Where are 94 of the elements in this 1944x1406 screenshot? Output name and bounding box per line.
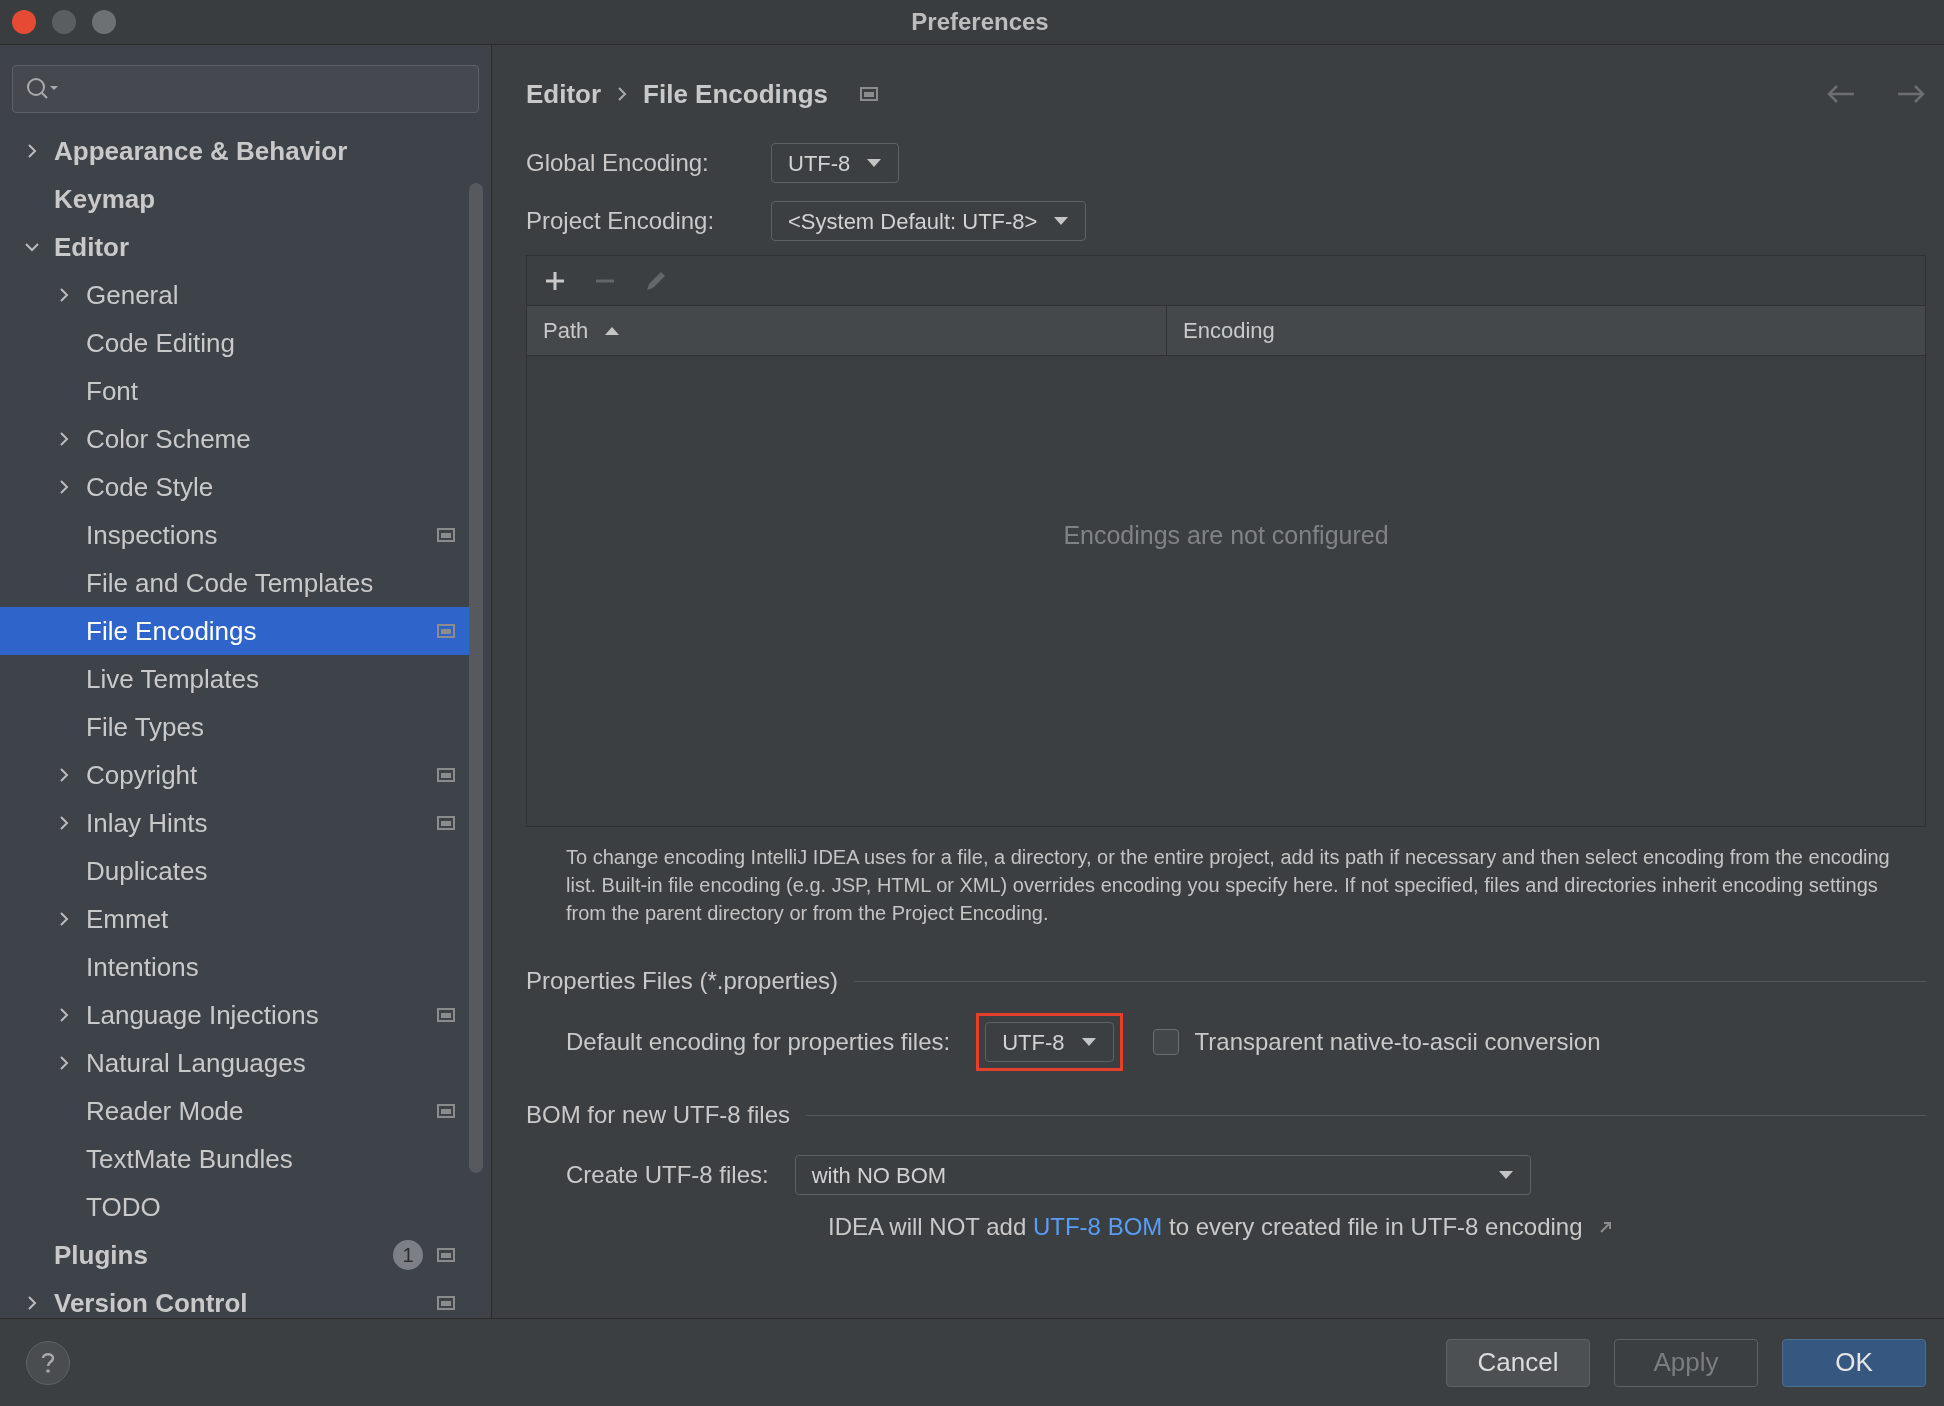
tree-item[interactable]: Color Scheme bbox=[0, 415, 473, 463]
tree-item-label: Emmet bbox=[86, 902, 169, 936]
project-encoding-dropdown[interactable]: <System Default: UTF-8> bbox=[771, 201, 1087, 241]
breadcrumb-item[interactable]: Editor bbox=[526, 74, 602, 114]
tree-item-label: General bbox=[86, 278, 179, 312]
tree-item-label: Inlay Hints bbox=[86, 806, 208, 840]
tree-item[interactable]: Duplicates bbox=[0, 847, 473, 895]
description-text: To change encoding IntelliJ IDEA uses for a file, a directory, or the entire project, add its path if necessary and then select encoding from the encoding list. Built-in file encoding (e.g. JSP, HTML or XML) overrides encoding you specify here. If not specified, files and directories inherit encoding settings from the parent directory or from the Project Encoding. bbox=[566, 845, 1891, 926]
bom-dropdown[interactable]: with NO BOM bbox=[794, 1155, 1531, 1195]
external-link-icon bbox=[1598, 1220, 1613, 1234]
global-encoding-dropdown[interactable]: UTF-8 bbox=[771, 143, 900, 183]
field-label: Project Encoding: bbox=[526, 206, 716, 236]
window-title: Preferences bbox=[911, 7, 1049, 37]
dropdown-caret-icon bbox=[866, 158, 883, 168]
tree-item-label: TODO bbox=[86, 1190, 161, 1224]
tree-item-label: Code Editing bbox=[86, 326, 235, 360]
count-badge: 1 bbox=[393, 1240, 423, 1270]
bom-note-text: IDEA will NOT add UTF-8 BOM to every created file in UTF-8 encoding bbox=[828, 1212, 1583, 1242]
tree-item[interactable]: Intentions bbox=[0, 943, 473, 991]
tree-item[interactable]: Copyright bbox=[0, 751, 473, 799]
dialog-button[interactable]: OK bbox=[1782, 1338, 1926, 1387]
tree-item[interactable]: Font bbox=[0, 367, 473, 415]
tree-item[interactable]: Plugins 1 bbox=[0, 1231, 473, 1279]
dropdown-caret-icon bbox=[1080, 1037, 1097, 1047]
help-button[interactable] bbox=[26, 1340, 70, 1385]
tree-item-label: Natural Languages bbox=[86, 1046, 306, 1080]
tree-item-label: Language Injections bbox=[86, 998, 319, 1032]
dialog-button[interactable]: Cancel bbox=[1446, 1338, 1590, 1387]
tree-item[interactable]: Inspections bbox=[0, 511, 473, 559]
tree-item[interactable]: Appearance & Behavior bbox=[0, 127, 473, 175]
project-scope-icon bbox=[437, 624, 455, 638]
scrollbar-thumb[interactable] bbox=[469, 183, 483, 1173]
project-scope-icon bbox=[860, 87, 879, 101]
tree-item-label: Copyright bbox=[86, 758, 198, 792]
project-scope-icon bbox=[437, 816, 455, 830]
tree-item-label: Live Templates bbox=[86, 662, 259, 696]
project-scope-icon bbox=[437, 1296, 455, 1310]
tree-item[interactable]: Live Templates bbox=[0, 655, 473, 703]
checkbox-label: Transparent native-to-ascii conversion bbox=[1194, 1027, 1601, 1057]
column-header[interactable]: Path bbox=[527, 306, 1167, 355]
project-scope-icon bbox=[437, 1104, 455, 1118]
utf8-bom-link[interactable]: UTF-8 BOM bbox=[1032, 1213, 1163, 1240]
breadcrumb-item: File Encodings bbox=[643, 77, 829, 111]
tree-item-label: Plugins bbox=[54, 1238, 148, 1272]
dropdown-caret-icon bbox=[1053, 216, 1070, 226]
tree-item[interactable]: Editor bbox=[0, 223, 473, 271]
tree-item[interactable]: Code Editing bbox=[0, 319, 473, 367]
tree-item-label: Keymap bbox=[54, 182, 156, 216]
tree-item[interactable]: Emmet bbox=[0, 895, 473, 943]
properties-encoding-dropdown[interactable]: UTF-8 bbox=[985, 1022, 1114, 1062]
tree-item[interactable]: General bbox=[0, 271, 473, 319]
tree-item-label: Version Control bbox=[54, 1286, 248, 1320]
tree-item-label: Color Scheme bbox=[86, 422, 251, 456]
close-window-button[interactable] bbox=[12, 10, 36, 34]
tree-item-label: File Encodings bbox=[86, 614, 257, 648]
tree-item-label: File Types bbox=[86, 710, 204, 744]
tree-item-label: Duplicates bbox=[86, 854, 208, 888]
sort-ascending-icon bbox=[604, 325, 621, 336]
section-title: BOM for new UTF-8 files bbox=[526, 1100, 791, 1130]
field-label: Create UTF-8 files: bbox=[566, 1160, 769, 1190]
tree-item[interactable]: Natural Languages bbox=[0, 1039, 473, 1087]
tree-item-label: File and Code Templates bbox=[86, 566, 374, 600]
tree-item-label: Inspections bbox=[86, 518, 218, 552]
column-header[interactable]: Encoding bbox=[1167, 306, 1925, 355]
project-scope-icon bbox=[437, 768, 455, 782]
tree-item[interactable]: Inlay Hints bbox=[0, 799, 473, 847]
dropdown-caret-icon bbox=[1497, 1170, 1514, 1180]
project-scope-icon bbox=[437, 528, 455, 542]
native-to-ascii-checkbox[interactable] bbox=[1152, 1029, 1179, 1055]
tree-item[interactable]: Keymap bbox=[0, 175, 473, 223]
tree-item[interactable]: TODO bbox=[0, 1183, 473, 1231]
project-scope-icon bbox=[437, 1008, 455, 1022]
field-label: Global Encoding: bbox=[526, 148, 710, 178]
search-field[interactable] bbox=[12, 65, 479, 113]
tree-item[interactable]: File and Code Templates bbox=[0, 559, 473, 607]
tree-item[interactable]: Language Injections bbox=[0, 991, 473, 1039]
tree-item-label: Font bbox=[86, 374, 139, 408]
tree-item-label: Reader Mode bbox=[86, 1094, 244, 1128]
question-mark-icon bbox=[40, 1350, 56, 1375]
field-label: Default encoding for properties files: bbox=[566, 1027, 951, 1057]
empty-table-text: Encodings are not configured bbox=[1063, 520, 1389, 552]
tree-item[interactable]: TextMate Bundles bbox=[0, 1135, 473, 1183]
tree-item[interactable]: Reader Mode bbox=[0, 1087, 473, 1135]
tree-item[interactable]: Version Control bbox=[0, 1279, 473, 1327]
tree-item-label: Intentions bbox=[86, 950, 199, 984]
tree-item[interactable]: Code Style bbox=[0, 463, 473, 511]
project-scope-icon bbox=[437, 1248, 455, 1262]
tree-item-label: TextMate Bundles bbox=[86, 1142, 293, 1176]
tree-item-label: Code Style bbox=[86, 470, 214, 504]
section-title: Properties Files (*.properties) bbox=[526, 966, 839, 996]
tree-item-label: Appearance & Behavior bbox=[54, 134, 348, 168]
breadcrumb-separator-icon bbox=[617, 87, 628, 101]
tree-item[interactable]: File Types bbox=[0, 703, 473, 751]
tree-item-label: Editor bbox=[54, 230, 130, 264]
